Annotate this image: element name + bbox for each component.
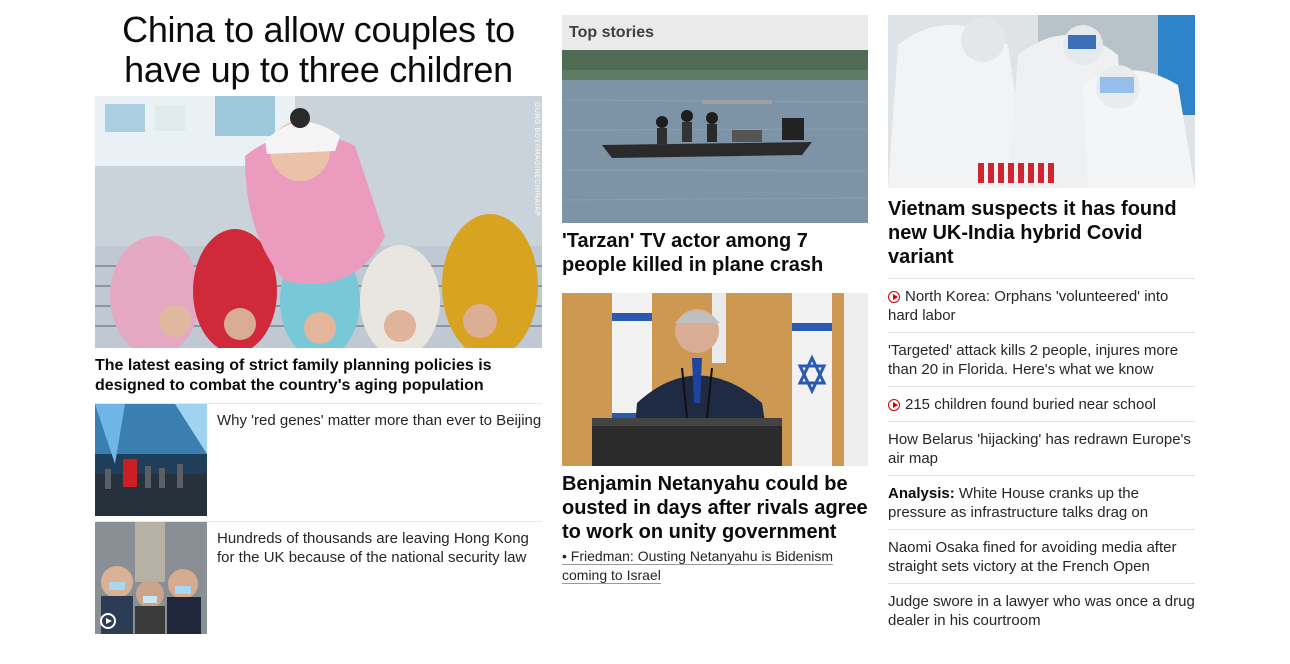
list-item[interactable]: Naomi Osaka fined for avoiding media aft… <box>888 529 1195 583</box>
related-story[interactable]: Why 'red genes' matter more than ever to… <box>95 403 542 521</box>
play-icon <box>888 291 900 303</box>
list-item[interactable]: Judge swore in a lawyer who was once a d… <box>888 583 1195 637</box>
photo-credit: GUNG BOY/IMAGINECHINA/AP <box>533 102 540 217</box>
headline-list: North Korea: Orphans 'volunteered' into … <box>888 278 1195 637</box>
related-story-text: Why 'red genes' matter more than ever to… <box>217 412 542 429</box>
lead-headline[interactable]: China to allow couples to have up to thr… <box>95 10 542 90</box>
story-title[interactable]: Vietnam suspects it has found new UK-Ind… <box>888 197 1195 269</box>
list-item-text: Naomi Osaka fined for avoiding media aft… <box>888 539 1177 575</box>
plane-crash-image[interactable] <box>562 50 868 223</box>
related-link-text: • Friedman: Ousting Netanyahu is Bidenis… <box>562 548 834 584</box>
story-title[interactable]: Benjamin Netanyahu could be ousted in da… <box>562 472 868 544</box>
newborns-photo <box>95 96 542 348</box>
play-icon <box>888 399 900 411</box>
list-item[interactable]: North Korea: Orphans 'volunteered' into … <box>888 278 1195 332</box>
related-story[interactable]: Hundreds of thousands are leaving Hong K… <box>95 521 542 639</box>
list-item[interactable]: How Belarus 'hijacking' has redrawn Euro… <box>888 421 1195 475</box>
hong-kong-thumbnail <box>95 522 207 634</box>
related-link[interactable]: • Friedman: Ousting Netanyahu is Bidenis… <box>562 547 868 585</box>
list-item[interactable]: 215 children found buried near school <box>888 386 1195 421</box>
lead-image[interactable]: GUNG BOY/IMAGINECHINA/AP <box>95 96 542 348</box>
top-stories: Top stories 'Tarzan' TV actor among 7 pe… <box>562 15 868 585</box>
list-item-text: North Korea: Orphans 'volunteered' into … <box>888 288 1169 324</box>
covid-lab-image[interactable] <box>888 15 1195 188</box>
list-item-text: 215 children found buried near school <box>905 396 1157 413</box>
story-title[interactable]: 'Tarzan' TV actor among 7 people killed … <box>562 229 868 277</box>
analysis-label: Analysis: <box>888 485 955 502</box>
red-genes-thumbnail <box>95 404 207 516</box>
play-icon[interactable] <box>100 613 116 629</box>
list-item-text: How Belarus 'hijacking' has redrawn Euro… <box>888 431 1191 467</box>
section-title: Top stories <box>562 15 868 50</box>
right-column: Vietnam suspects it has found new UK-Ind… <box>888 15 1195 637</box>
lead-caption[interactable]: The latest easing of strict family plann… <box>95 356 542 396</box>
list-item-text: Judge swore in a lawyer who was once a d… <box>888 593 1195 629</box>
netanyahu-image[interactable] <box>562 293 868 466</box>
list-item-text: 'Targeted' attack kills 2 people, injure… <box>888 342 1179 378</box>
lead-story: China to allow couples to have up to thr… <box>95 10 542 639</box>
related-story-text: Hundreds of thousands are leaving Hong K… <box>217 530 529 566</box>
list-item[interactable]: 'Targeted' attack kills 2 people, injure… <box>888 332 1195 386</box>
list-item[interactable]: Analysis: White House cranks up the pres… <box>888 475 1195 529</box>
